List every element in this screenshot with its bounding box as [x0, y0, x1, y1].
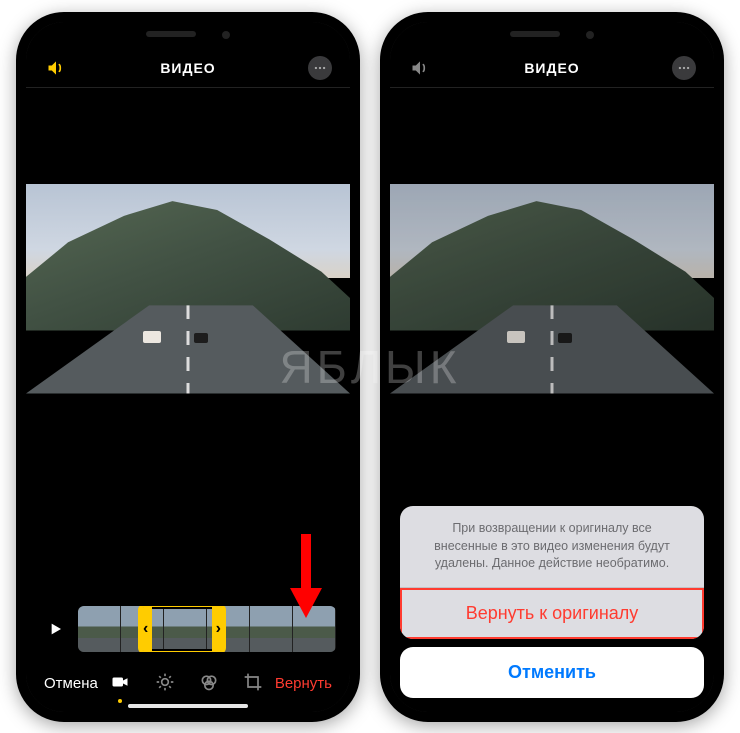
revert-button[interactable]: Вернуть	[275, 675, 332, 692]
tool-crop[interactable]	[243, 672, 263, 696]
editor-header: ВИДЕО	[390, 50, 714, 88]
revert-to-original-button[interactable]: Вернуть к оригиналу	[400, 588, 704, 639]
notch	[472, 22, 632, 48]
video-preview[interactable]	[26, 184, 350, 394]
action-sheet: При возвращении к оригиналу все внесенны…	[400, 506, 704, 698]
cancel-button[interactable]: Отмена	[44, 675, 98, 692]
editor-bottom-bar: Отмена Вернуть	[26, 672, 350, 696]
tool-adjust[interactable]	[155, 672, 175, 696]
sheet-cancel-button[interactable]: Отменить	[400, 647, 704, 698]
more-button[interactable]	[670, 54, 698, 82]
home-indicator[interactable]	[128, 704, 248, 708]
trim-handle-left-icon[interactable]: ‹	[143, 620, 148, 638]
header-title: ВИДЕО	[70, 60, 306, 76]
tool-video[interactable]	[109, 673, 131, 695]
screen: ВИДЕО При возв	[390, 22, 714, 712]
tool-filters[interactable]	[199, 672, 219, 696]
volume-icon[interactable]	[42, 54, 70, 82]
volume-icon[interactable]	[406, 54, 434, 82]
editor-header: ВИДЕО	[26, 50, 350, 88]
annotation-arrow-icon	[286, 530, 326, 620]
ellipsis-icon	[308, 56, 332, 80]
iphone-frame-right: ВИДЕО При возв	[380, 12, 724, 722]
ellipsis-icon	[672, 56, 696, 80]
screen: ВИДЕО	[26, 22, 350, 712]
play-button[interactable]	[40, 608, 70, 650]
action-sheet-message: При возвращении к оригиналу все внесенны…	[400, 506, 704, 588]
header-title: ВИДЕО	[434, 60, 670, 76]
iphone-frame-left: ВИДЕО	[16, 12, 360, 722]
home-indicator[interactable]	[492, 704, 612, 708]
trim-handles[interactable]	[138, 606, 226, 652]
notch	[108, 22, 268, 48]
more-button[interactable]	[306, 54, 334, 82]
trim-handle-right-icon[interactable]: ›	[216, 620, 221, 638]
